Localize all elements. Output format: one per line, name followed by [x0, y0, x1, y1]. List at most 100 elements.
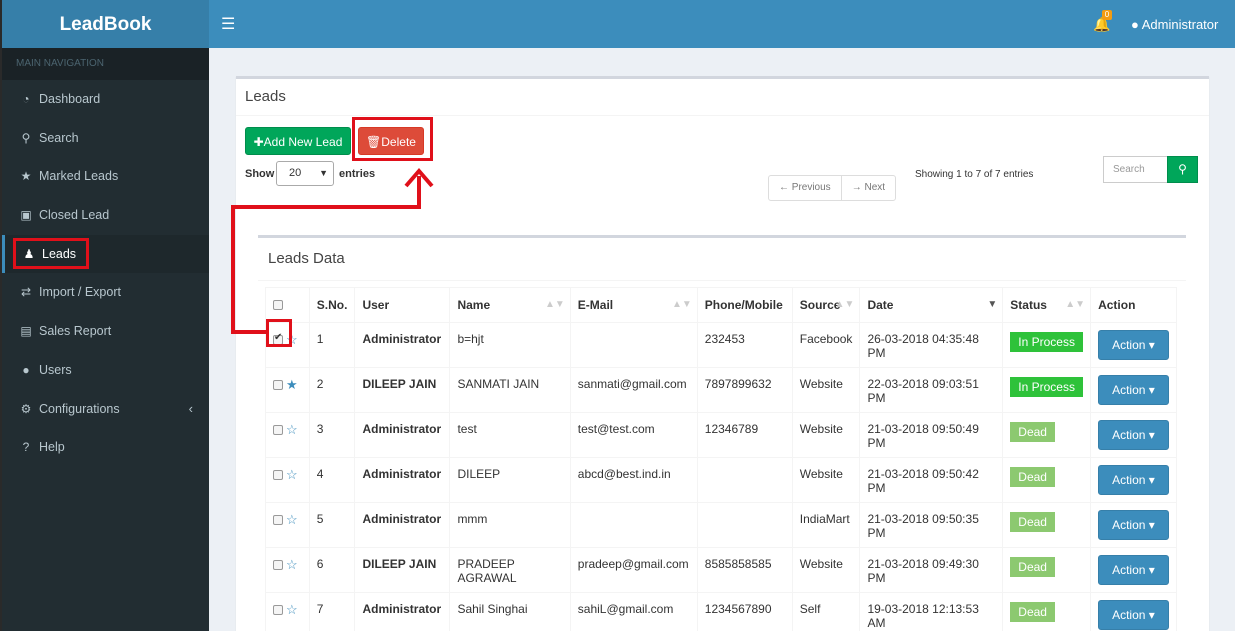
status-badge: Dead [1010, 422, 1055, 442]
col-status[interactable]: Status ▲▼ [1002, 287, 1092, 323]
page-size-select[interactable]: 20 ▼ [276, 161, 334, 186]
user-menu[interactable]: ● Administrator [1131, 17, 1218, 32]
star-outline-icon[interactable]: ☆ [286, 422, 298, 437]
cell-name: mmm [449, 502, 571, 548]
row-checkbox[interactable] [273, 425, 283, 435]
cell-status: In Process [1002, 322, 1092, 368]
row-checkbox[interactable] [273, 560, 283, 570]
sidebar-item-configurations[interactable]: ⚙ Configurations ‹ [2, 390, 209, 429]
sidebar: MAIN NAVIGATION ◔ Dashboard ⚲ Search ★ Mark… [0, 48, 209, 631]
cell-email [569, 322, 698, 368]
action-dropdown-button[interactable]: Action ▾ [1098, 420, 1169, 450]
col-user[interactable]: User [354, 287, 451, 323]
caret-down-icon: ▼ [319, 168, 328, 178]
cell-source: Website [791, 412, 861, 458]
search-input[interactable]: Search [1103, 156, 1167, 183]
cell-action: Action ▾ [1090, 412, 1177, 458]
next-button[interactable]: → Next [840, 176, 895, 200]
cogs-icon: ⚙ [20, 401, 32, 416]
cell-status: Dead [1002, 592, 1092, 631]
col-source[interactable]: Source ▲▼ [791, 287, 861, 323]
sidebar-item-help[interactable]: ? Help [2, 428, 209, 467]
cell-phone: 8585858585 [696, 547, 793, 593]
cell-date: 21-03-2018 09:50:42 PM [859, 457, 1004, 503]
cell-source: IndiaMart [791, 502, 861, 548]
delete-highlight-box [352, 117, 433, 161]
col-date[interactable]: Date ▼ [859, 287, 1004, 323]
caret-down-icon: ▾ [1148, 383, 1155, 397]
cell-date: 22-03-2018 09:03:51 PM [859, 367, 1004, 413]
sidebar-item-closed-lead[interactable]: ▣ Closed Lead [2, 196, 209, 235]
add-new-lead-button[interactable]: ✚Add New Lead [245, 127, 351, 155]
cell-user: Administrator [354, 457, 451, 503]
action-dropdown-button[interactable]: Action ▾ [1098, 465, 1169, 495]
sidebar-item-marked-leads[interactable]: ★ Marked Leads [2, 157, 209, 196]
table-title: Leads Data [268, 250, 345, 267]
star-outline-icon[interactable]: ☆ [286, 602, 298, 617]
action-dropdown-button[interactable]: Action ▾ [1098, 600, 1169, 630]
checkbox-highlight-box [266, 319, 292, 347]
select-all-checkbox[interactable] [273, 300, 283, 310]
cell-phone: 232453 [696, 322, 793, 368]
action-dropdown-button[interactable]: Action ▾ [1098, 330, 1169, 360]
action-dropdown-button[interactable]: Action ▾ [1098, 375, 1169, 405]
cell-phone: 1234567890 [696, 592, 793, 631]
cell-sno: 4 [308, 457, 356, 503]
app-window: LeadBook MAIN NAVIGATION ◔ Dashboard ⚲ Sea… [0, 0, 1235, 631]
star-outline-icon[interactable]: ☆ [286, 512, 298, 527]
row-checkbox[interactable] [273, 380, 283, 390]
cell-sno: 1 [308, 322, 356, 368]
row-checkbox[interactable] [273, 605, 283, 615]
annotation-arrow-segment [231, 205, 421, 209]
col-name[interactable]: Name ▲▼ [449, 287, 571, 323]
cell-name: SANMATI JAIN [449, 367, 571, 413]
sidebar-item-search[interactable]: ⚲ Search [2, 119, 209, 158]
sidebar-item-dashboard[interactable]: ◔ Dashboard [2, 80, 209, 119]
sort-desc-icon: ▼ [987, 299, 998, 310]
sidebar-item-users[interactable]: ● Users [2, 351, 209, 390]
cell-source: Website [791, 457, 861, 503]
app-logo[interactable]: LeadBook [0, 0, 209, 48]
col-email[interactable]: E-Mail ▲▼ [569, 287, 698, 323]
star-outline-icon[interactable]: ☆ [286, 467, 298, 482]
cell-action: Action ▾ [1090, 322, 1177, 368]
status-badge: Dead [1010, 512, 1055, 532]
cell-name: PRADEEP AGRAWAL [449, 547, 571, 593]
plus-icon: ✚ [253, 135, 264, 149]
search-icon: ⚲ [1178, 162, 1187, 176]
star-outline-icon[interactable]: ☆ [286, 557, 298, 572]
row-checkbox[interactable] [273, 470, 283, 480]
table-row: ☆ 7 Administrator Sahil Singhai sahiL@gm… [265, 592, 1177, 631]
cell-email: test@test.com [569, 412, 698, 458]
chevron-left-icon: ‹ [188, 400, 193, 416]
col-sno[interactable]: S.No. [308, 287, 356, 323]
divider [236, 115, 1209, 116]
bars-icon[interactable]: ☰ [221, 14, 235, 34]
cell-sno: 6 [308, 547, 356, 593]
cell-status: Dead [1002, 547, 1092, 593]
exchange-icon: ⇄ [20, 285, 32, 300]
cell-date: 21-03-2018 09:50:49 PM [859, 412, 1004, 458]
cell-date: 26-03-2018 04:35:48 PM [859, 322, 1004, 368]
table-row: ☆ 3 Administrator test test@test.com 123… [265, 412, 1177, 458]
table-row: ★ 2 DILEEP JAIN SANMATI JAIN sanmati@gma… [265, 367, 1177, 413]
previous-button[interactable]: ← Previous [769, 176, 841, 200]
search-button[interactable]: ⚲ [1167, 156, 1198, 183]
sidebar-item-leads[interactable]: ♟ Leads [2, 234, 209, 274]
row-checkbox[interactable] [273, 515, 283, 525]
cell-email: sanmati@gmail.com [569, 367, 698, 413]
sidebar-item-import-export[interactable]: ⇄ Import / Export [2, 273, 209, 312]
action-dropdown-button[interactable]: Action ▾ [1098, 555, 1169, 585]
caret-down-icon: ▾ [1148, 518, 1155, 532]
cell-status: Dead [1002, 457, 1092, 503]
cell-phone [696, 457, 793, 503]
sort-icon: ▲▼ [1065, 299, 1086, 310]
star-filled-icon[interactable]: ★ [286, 377, 298, 392]
cell-user: Administrator [354, 502, 451, 548]
action-dropdown-button[interactable]: Action ▾ [1098, 510, 1169, 540]
caret-down-icon: ▾ [1148, 563, 1155, 577]
question-icon: ? [22, 440, 30, 455]
status-badge: Dead [1010, 557, 1055, 577]
sidebar-item-sales-report[interactable]: ▤ Sales Report [2, 312, 209, 351]
col-phone[interactable]: Phone/Mobile [696, 287, 793, 323]
